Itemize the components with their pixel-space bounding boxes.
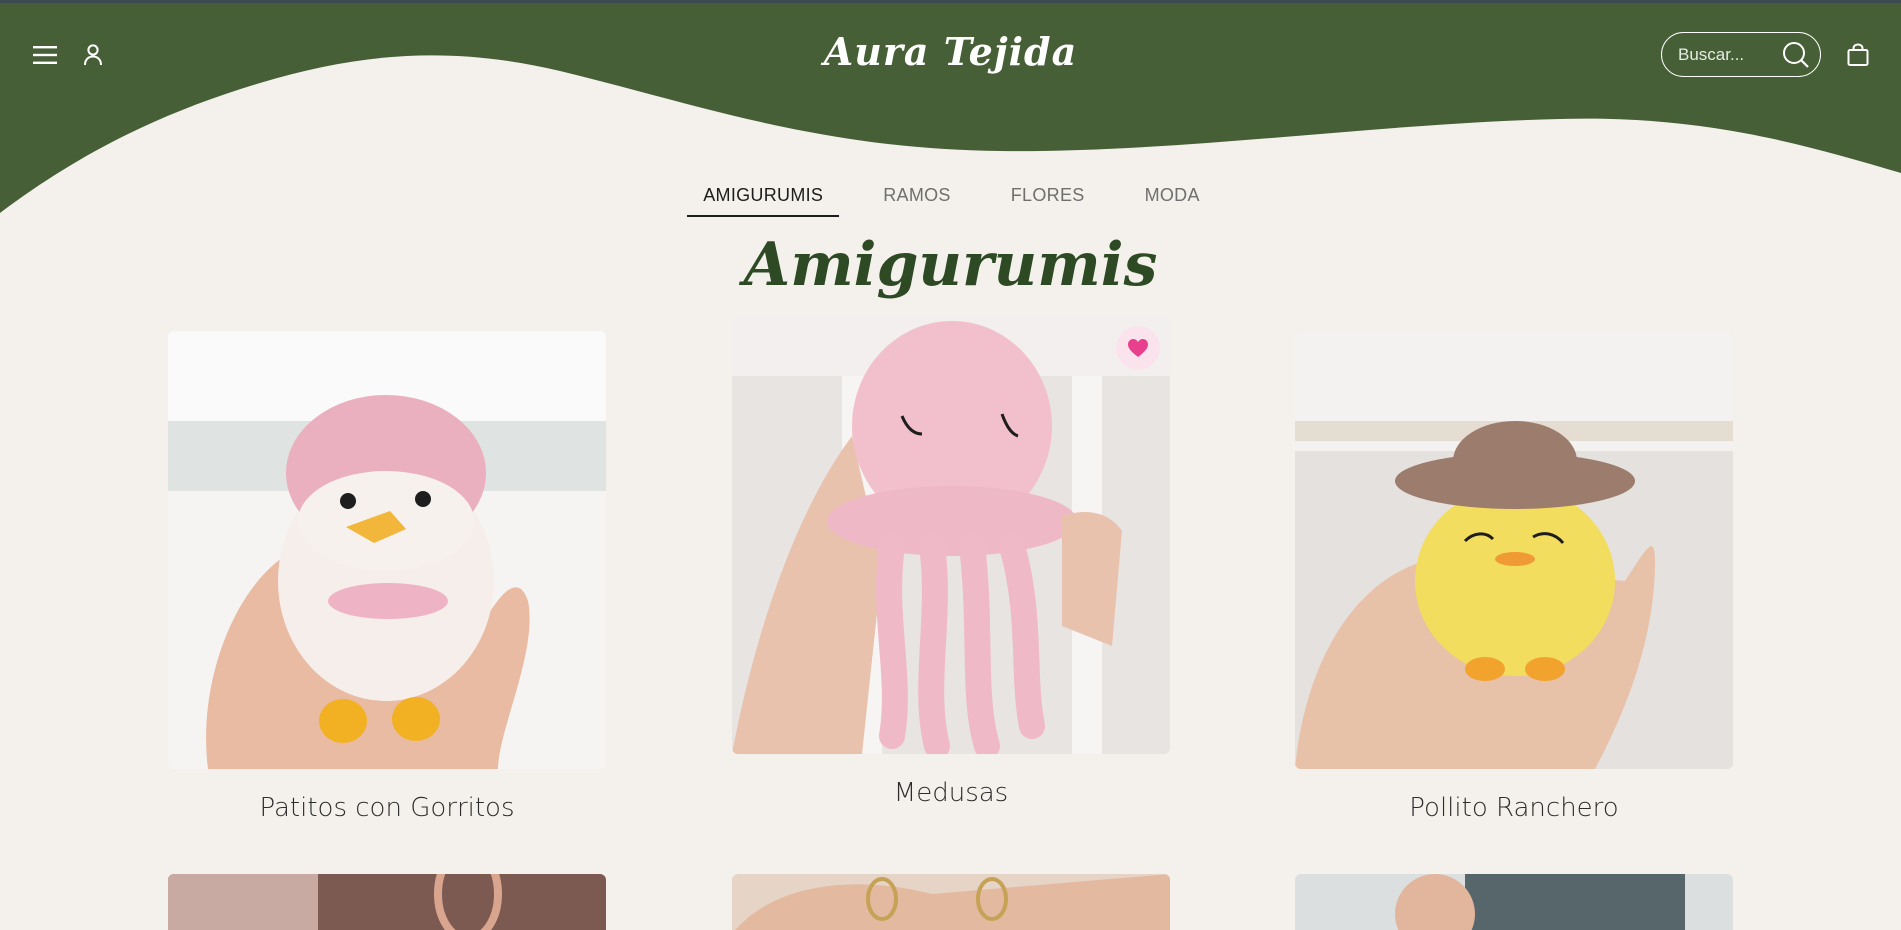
search-box[interactable] [1661,32,1821,77]
product-name[interactable]: Pollito Ranchero [1295,793,1733,823]
product-card[interactable]: Medusas [732,316,1170,808]
tab-ramos[interactable]: RAMOS [867,180,967,217]
favorite-heart-icon[interactable] [1116,326,1160,370]
shopping-bag-icon[interactable] [1843,39,1873,71]
product-card[interactable]: Pollito Ranchero [1295,331,1733,823]
product-image[interactable] [1295,874,1733,930]
product-image[interactable] [732,316,1170,754]
product-image[interactable] [732,874,1170,930]
category-tabs: AMIGURUMIS RAMOS FLORES MODA [0,180,1901,217]
product-card[interactable] [732,874,1170,930]
product-image[interactable] [168,331,606,769]
product-image[interactable] [168,874,606,930]
search-icon[interactable] [1782,41,1810,69]
section-title: Amigurumis [743,230,1158,300]
product-card[interactable] [1295,874,1733,930]
product-card[interactable]: Patitos con Gorritos [168,331,606,823]
tab-amigurumis[interactable]: AMIGURUMIS [687,180,840,217]
product-image[interactable] [1295,331,1733,769]
product-name[interactable]: Patitos con Gorritos [168,793,606,823]
tab-moda[interactable]: MODA [1129,180,1216,217]
search-input[interactable] [1678,44,1783,65]
brand-logo[interactable]: Aura Tejida [0,29,1901,74]
product-name[interactable]: Medusas [732,778,1170,808]
product-card[interactable] [168,874,606,930]
tab-flores[interactable]: FLORES [995,180,1101,217]
